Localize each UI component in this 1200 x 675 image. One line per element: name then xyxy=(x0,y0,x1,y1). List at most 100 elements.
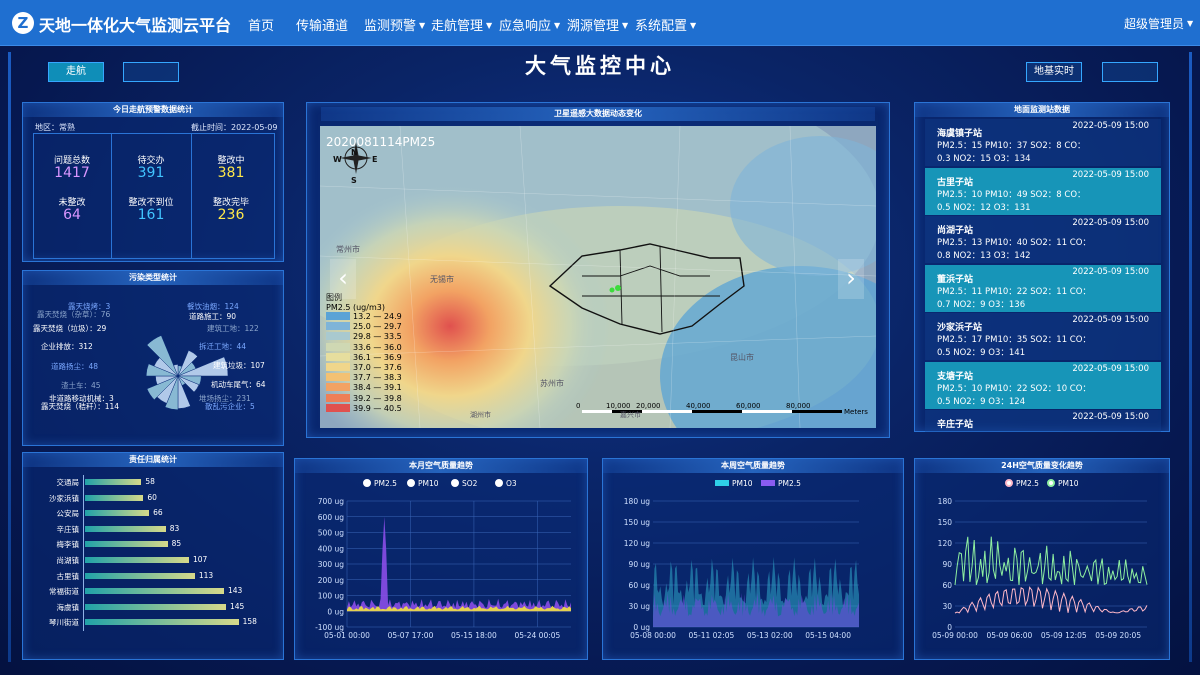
nav-item-traceability-management[interactable]: 溯源管理 ▼ xyxy=(567,15,628,34)
station-readings: 0.3 NO2：15 O3：134 xyxy=(937,154,1031,164)
station-readings: PM2.5：15 PM10：37 SO2：8 CO： xyxy=(937,141,1086,151)
scale-tick: 80,000 xyxy=(786,402,811,410)
pm25-line xyxy=(954,586,1148,614)
legend-range: 37.7 — 38.3 xyxy=(353,373,402,383)
satellite-map[interactable]: 2020081114PM25 N S E W 常州市 无锡市 苏州市 昆山市 嘉… xyxy=(320,126,876,428)
grid-divider xyxy=(191,133,192,259)
stat-not-rectified: 64 xyxy=(63,207,81,223)
place-label: 苏州市 xyxy=(540,379,564,388)
nav-item-system-config[interactable]: 系统配置 ▼ xyxy=(635,15,696,34)
legend-range: 13.2 — 24.9 xyxy=(353,312,402,321)
legend-marker xyxy=(1005,479,1013,487)
y-tick-label: 30 xyxy=(942,602,952,611)
bar-value: 143 xyxy=(228,586,243,596)
station-card[interactable]: 支塘子站 2022-05-09 15:00 PM2.5：10 PM10：22 SO2… xyxy=(925,361,1161,409)
bar-value: 60 xyxy=(147,492,157,502)
chevron-down-icon: ▼ xyxy=(622,21,629,30)
y-tick-label: 500 ug xyxy=(318,529,344,538)
user-menu[interactable]: 超级管理员 ▼ xyxy=(1124,15,1193,32)
legend-range: 38.4 — 39.1 xyxy=(353,383,402,393)
bar xyxy=(85,588,225,595)
nav-item-cruise-management[interactable]: 走航管理 ▼ xyxy=(431,15,492,34)
station-time: 2022-05-09 15:00 xyxy=(1072,218,1149,228)
pollution-label: 渣土车：45 xyxy=(61,381,101,390)
panel-title: 责任归属统计 xyxy=(23,453,283,467)
deadline-label: 截止时间：2022-05-09 xyxy=(191,123,278,132)
legend-marker xyxy=(451,479,459,487)
y-tick-label: 30 ug xyxy=(629,602,651,611)
nav-item-monitoring-warning[interactable]: 监测预警 ▼ xyxy=(364,15,425,34)
legend-label: PM2.5 xyxy=(778,479,801,488)
bar-category: 沙家浜镇 xyxy=(49,493,79,503)
station-card[interactable]: 辛庄子站 2022-05-09 15:00 xyxy=(925,410,1161,432)
x-tick-label: 05-13 02:00 xyxy=(747,631,793,640)
legend-swatch xyxy=(326,352,350,361)
y-tick-label: 150 ug xyxy=(624,518,650,527)
tab-ground-secondary[interactable] xyxy=(1102,62,1158,82)
nav-label: 传输通道 xyxy=(296,19,349,34)
left-frame-rail xyxy=(8,52,11,662)
chevron-down-icon: ▼ xyxy=(486,21,493,30)
scale-unit: Meters xyxy=(844,408,868,416)
station-card[interactable]: 海虞镇子站 2022-05-09 15:00 PM2.5：15 PM10：37 SO… xyxy=(925,119,1161,166)
bar-value: 58 xyxy=(145,477,155,486)
bar-value: 113 xyxy=(198,570,214,580)
legend-item: PM2.5 xyxy=(363,479,397,488)
legend-item: PM10 xyxy=(1047,479,1079,488)
bar xyxy=(85,603,226,610)
legend-range: 36.1 — 36.9 xyxy=(353,352,402,362)
station-header: 辛庄子站 2022-05-09 15:00 xyxy=(937,412,1149,431)
tab-cruise[interactable]: 走航 xyxy=(48,62,104,82)
station-readings: PM2.5：11 PM10：22 SO2：11 CO： xyxy=(937,286,1091,297)
x-tick-label: 05-09 20:05 xyxy=(1095,631,1141,640)
legend-item: PM10 xyxy=(407,479,439,488)
place-label: 无锡市 xyxy=(430,275,454,284)
station-card[interactable]: 董浜子站 2022-05-09 15:00 PM2.5：11 PM10：22 SO2… xyxy=(925,264,1161,312)
legend-marker xyxy=(761,480,775,486)
legend-swatch xyxy=(326,312,350,320)
y-tick-label: 150 xyxy=(938,518,953,527)
nav-item-transport-channel[interactable]: 传输通道 xyxy=(296,15,348,34)
legend-marker xyxy=(363,479,371,487)
station-header: 海虞镇子站 2022-05-09 15:00 xyxy=(937,121,1149,140)
nav-item-emergency-response[interactable]: 应急响应 ▼ xyxy=(499,15,560,34)
legend-row: 33.6 — 36.0 xyxy=(326,342,422,353)
legend-range: 39.2 — 39.8 xyxy=(353,393,402,403)
stat-completed: 236 xyxy=(217,207,245,223)
y-tick-label: 90 xyxy=(942,560,952,569)
legend-range: 37.0 — 37.6 xyxy=(353,362,402,372)
y-tick-label: 200 ug xyxy=(318,576,344,585)
tab-cruise-secondary[interactable] xyxy=(123,62,179,82)
station-card[interactable]: 沙家浜子站 2022-05-09 15:00 PM2.5：17 PM10：35 SO… xyxy=(925,313,1161,360)
station-readings: 0.5 NO2：9 O3：124 xyxy=(937,396,1026,407)
nav-label: 走航管理 xyxy=(431,19,484,34)
place-label: 常州市 xyxy=(336,245,360,254)
legend-row: 39.2 — 39.8 xyxy=(326,393,422,404)
pollution-label: 企业排放：312 xyxy=(41,342,93,351)
legend-item: PM10 xyxy=(715,479,753,488)
station-card[interactable]: 古里子站 2022-05-09 15:00 PM2.5：10 PM10：49 SO2… xyxy=(925,167,1161,215)
bar-category: 公安局 xyxy=(56,509,80,519)
nav-item-home[interactable]: 首页 xyxy=(248,15,274,34)
map-prev-button[interactable]: ‹ xyxy=(330,259,356,299)
bar-value: 145 xyxy=(229,601,245,611)
day-trend-panel: 24H空气质量变化趋势 PM2.5 PM10 180 150 120 90 60 30 0 05… xyxy=(914,458,1170,660)
map-next-button[interactable]: › xyxy=(838,259,864,299)
pollution-label: 道路施工：90 xyxy=(189,312,237,321)
tab-ground-realtime[interactable]: 地基实时 xyxy=(1026,62,1082,82)
bar-value: 158 xyxy=(242,617,257,627)
legend-row: 39.9 — 40.5 xyxy=(326,403,422,414)
station-readings: 0.5 NO2：12 O3：131 xyxy=(937,202,1031,213)
legend-swatch xyxy=(326,373,350,382)
stat-pending-assign: 391 xyxy=(137,165,165,181)
legend-label: PM2.5 xyxy=(1016,479,1039,488)
legend-label: O3 xyxy=(506,479,517,488)
legend-label: PM2.5 xyxy=(374,479,397,488)
x-tick-label: 05-09 06:00 xyxy=(987,631,1033,640)
station-readings: PM2.5：13 PM10：40 SO2：11 CO： xyxy=(937,238,1091,248)
app-logo-icon[interactable]: Z xyxy=(12,12,34,34)
legend-swatch xyxy=(326,403,350,412)
panel-title: 地面监测站数据 xyxy=(915,103,1169,117)
y-tick-label: 300 ug xyxy=(318,560,344,569)
station-card[interactable]: 尚湖子站 2022-05-09 15:00 PM2.5：13 PM10：40 SO2… xyxy=(925,216,1161,263)
